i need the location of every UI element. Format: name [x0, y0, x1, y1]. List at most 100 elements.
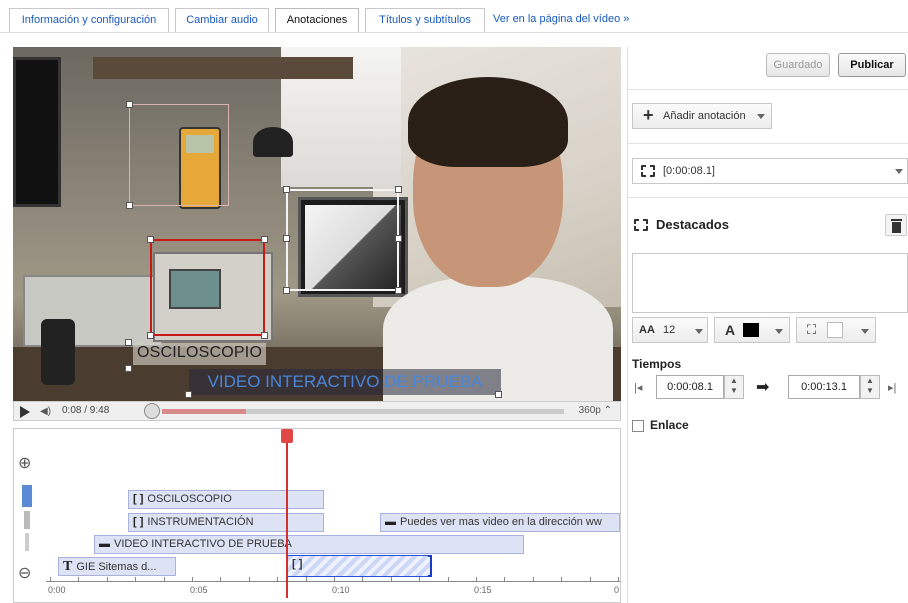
start-time-input[interactable]: 0:00:08.1	[656, 375, 724, 399]
note-icon: ▬	[99, 538, 110, 550]
publish-button[interactable]: Publicar	[838, 53, 906, 77]
jump-to-start-icon[interactable]: |◂	[634, 381, 642, 394]
resize-handle[interactable]	[147, 236, 154, 243]
playhead[interactable]	[286, 429, 288, 598]
video-frame[interactable]: OSCILOSCOPIO VIDEO INTERACTIVO DE PRUEBA	[13, 47, 621, 401]
tick-label: 0:00	[48, 585, 66, 595]
zoom-out-icon[interactable]: ⊖	[18, 563, 31, 583]
resize-handle[interactable]	[283, 186, 290, 193]
ruler-tick	[163, 577, 165, 582]
timeline-item-label: INSTRUMENTACIÓN	[147, 516, 254, 528]
quality-selector[interactable]: 360p ⌃	[579, 405, 612, 416]
font-color-swatch	[743, 323, 759, 337]
resize-handle[interactable]	[395, 235, 402, 242]
spotlight-icon	[633, 218, 649, 232]
timeline-item-label: GIE Sitemas d...	[76, 561, 157, 573]
end-time-stepper[interactable]: ▲ ▼	[860, 375, 880, 399]
ruler-tick	[447, 577, 449, 582]
scrubber-handle[interactable]	[144, 403, 160, 419]
font-size-icon: AA	[639, 324, 655, 336]
annotation-select[interactable]: [0:00:08.1]	[632, 158, 908, 184]
resize-handle[interactable]	[126, 101, 133, 108]
resize-handle[interactable]	[126, 202, 133, 209]
tick-label: 0:15	[474, 585, 492, 595]
play-icon[interactable]	[20, 406, 30, 418]
zoom-level-step[interactable]	[25, 533, 29, 551]
timeline-item-label: VIDEO INTERACTIVO DE PRUEBA	[114, 538, 292, 550]
background-color-select[interactable]: ⛶	[796, 317, 876, 343]
arrow-right-icon: ➡	[756, 379, 770, 396]
jump-to-end-icon[interactable]: ▸|	[888, 381, 896, 394]
view-page-link[interactable]: Ver en la página del vídeo »	[493, 8, 653, 32]
shelf	[93, 57, 353, 79]
ruler-tick	[561, 577, 563, 582]
start-time-stepper[interactable]: ▲ ▼	[724, 375, 744, 399]
ruler-tick	[362, 577, 364, 582]
ruler-tick	[220, 577, 222, 582]
saved-button[interactable]: Guardado	[766, 53, 830, 77]
zoom-level-step[interactable]	[24, 511, 30, 529]
resize-handle[interactable]	[125, 365, 132, 372]
progress-bar[interactable]	[162, 409, 564, 414]
resize-handle[interactable]	[283, 235, 290, 242]
plus-icon: +	[643, 105, 654, 125]
annotation-label-osciloscopio[interactable]: OSCILOSCOPIO	[133, 343, 267, 365]
progress-fill	[162, 409, 247, 414]
annotation-label-title[interactable]: VIDEO INTERACTIVO DE PRUEBA	[189, 369, 501, 395]
selection-end-handle[interactable]	[428, 555, 432, 577]
link-checkbox[interactable]	[632, 420, 644, 432]
tab-captions[interactable]: Títulos y subtítulos	[365, 8, 485, 32]
annotation-spotlight-box[interactable]	[283, 186, 402, 294]
resize-handle[interactable]	[283, 287, 290, 294]
tab-annotations[interactable]: Anotaciones	[275, 8, 359, 32]
ruler-tick	[135, 577, 137, 582]
timeline-item-video-title[interactable]: ▬ VIDEO INTERACTIVO DE PRUEBA	[94, 535, 524, 554]
tick-label: 0:10	[332, 585, 350, 595]
annotation-osciloscopio-box[interactable]	[147, 236, 268, 339]
divider	[628, 197, 908, 198]
trash-icon[interactable]	[885, 214, 907, 236]
resize-handle[interactable]	[395, 186, 402, 193]
ruler-tick	[305, 577, 307, 582]
resize-handle[interactable]	[495, 391, 502, 398]
tab-info[interactable]: Información y configuración	[9, 8, 169, 32]
add-annotation-label: Añadir anotación	[663, 110, 746, 122]
timeline-selected-spotlight[interactable]: [ ]	[287, 555, 431, 577]
playhead-handle[interactable]	[281, 429, 293, 443]
timeline-item-gie[interactable]: T GIE Sitemas d...	[58, 557, 176, 576]
spotlight-icon: [ ]	[133, 516, 144, 528]
tab-bar: Información y configuración Cambiar audi…	[0, 0, 908, 34]
timeline-item-instrumentacion[interactable]: [ ] INSTRUMENTACIÓN	[128, 513, 324, 532]
zoom-level-indicator[interactable]	[22, 485, 32, 507]
resize-handle[interactable]	[395, 287, 402, 294]
chevron-down-icon	[775, 329, 783, 334]
ruler-tick	[532, 577, 534, 582]
zoom-in-icon[interactable]: ⊕	[18, 453, 31, 473]
annotation-instrumentacion-box[interactable]	[126, 101, 229, 209]
volume-icon[interactable]: ◀)	[40, 406, 51, 417]
font-size-select[interactable]: AA 12	[632, 317, 708, 343]
resize-handle[interactable]	[261, 332, 268, 339]
font-color-select[interactable]: A	[714, 317, 790, 343]
selected-annotation-value: [0:00:08.1]	[663, 165, 715, 177]
ruler-tick	[419, 577, 421, 582]
phone	[41, 319, 75, 385]
annotation-text-field[interactable]	[632, 253, 908, 313]
resize-handle[interactable]	[261, 236, 268, 243]
ruler-tick	[589, 577, 591, 582]
resize-handle[interactable]	[147, 332, 154, 339]
spotlight-icon	[640, 164, 656, 178]
add-annotation-button[interactable]: + Añadir anotación	[632, 103, 772, 129]
timeline-item-label: Puedes ver mas video en la dirección ww	[400, 516, 602, 528]
tab-audio[interactable]: Cambiar audio	[175, 8, 269, 32]
timeline-item-speech[interactable]: ▬ Puedes ver mas video en la dirección ww	[380, 513, 620, 532]
resize-handle[interactable]	[125, 339, 132, 346]
timeline-item-osciloscopio[interactable]: [ ] OSCILOSCOPIO	[128, 490, 324, 509]
ruler-tick	[334, 577, 335, 582]
monitor	[13, 57, 61, 207]
end-time-input[interactable]: 0:00:13.1	[788, 375, 860, 399]
resize-handle[interactable]	[185, 391, 192, 398]
chevron-down-icon	[757, 114, 765, 119]
lamp	[253, 127, 293, 157]
speech-bubble-icon: ▬	[385, 516, 396, 528]
